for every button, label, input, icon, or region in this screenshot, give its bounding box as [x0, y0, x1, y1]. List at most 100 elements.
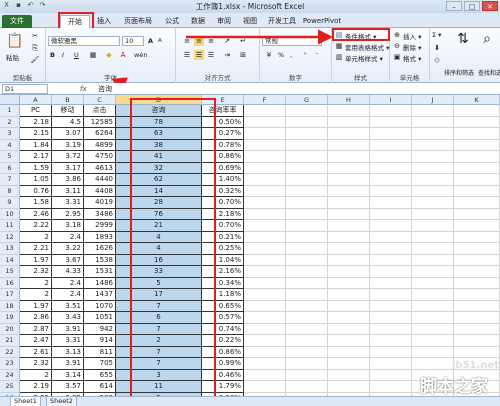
cell-b6[interactable]: 3.17: [52, 162, 84, 174]
cell-j9[interactable]: [412, 197, 454, 209]
cell-a11[interactable]: 2.22: [20, 220, 52, 232]
cell-a14[interactable]: 1.97: [20, 254, 52, 266]
row-header[interactable]: 15: [0, 266, 20, 278]
cell-i20[interactable]: [370, 323, 412, 335]
cell-c25[interactable]: 614: [84, 381, 116, 393]
cell-c1[interactable]: 点击: [84, 105, 116, 117]
row-header[interactable]: 7: [0, 174, 20, 186]
cell-j5[interactable]: [412, 151, 454, 163]
cell-g4[interactable]: [286, 139, 328, 151]
row-header[interactable]: 19: [0, 312, 20, 324]
cell-k3[interactable]: [454, 128, 500, 140]
column-header-h[interactable]: H: [328, 95, 370, 105]
cell-b22[interactable]: 3.13: [52, 346, 84, 358]
cell-k4[interactable]: [454, 139, 500, 151]
cell-i11[interactable]: [370, 220, 412, 232]
cell-g8[interactable]: [286, 185, 328, 197]
cell-g25[interactable]: [286, 381, 328, 393]
column-header-j[interactable]: J: [412, 95, 454, 105]
cell-h22[interactable]: [328, 346, 370, 358]
cell-f25[interactable]: [244, 381, 286, 393]
cell-h21[interactable]: [328, 335, 370, 347]
cell-f12[interactable]: [244, 231, 286, 243]
cell-f10[interactable]: [244, 208, 286, 220]
cell-h2[interactable]: [328, 116, 370, 128]
cell-b24[interactable]: 3.14: [52, 369, 84, 381]
cell-h12[interactable]: [328, 231, 370, 243]
cell-g2[interactable]: [286, 116, 328, 128]
cell-k11[interactable]: [454, 220, 500, 232]
cell-h15[interactable]: [328, 266, 370, 278]
column-header-c[interactable]: C: [84, 95, 116, 105]
cell-k10[interactable]: [454, 208, 500, 220]
cell-b1[interactable]: 移动: [52, 105, 84, 117]
cell-a24[interactable]: 2: [20, 369, 52, 381]
cell-j7[interactable]: [412, 174, 454, 186]
cell-a4[interactable]: 1.84: [20, 139, 52, 151]
cell-f2[interactable]: [244, 116, 286, 128]
row-header[interactable]: 5: [0, 151, 20, 163]
cell-a3[interactable]: 2.15: [20, 128, 52, 140]
cell-h16[interactable]: [328, 277, 370, 289]
cell-j4[interactable]: [412, 139, 454, 151]
cell-i6[interactable]: [370, 162, 412, 174]
cell-f24[interactable]: [244, 369, 286, 381]
cell-i17[interactable]: [370, 289, 412, 301]
cell-f14[interactable]: [244, 254, 286, 266]
cell-h20[interactable]: [328, 323, 370, 335]
insert-function-icon[interactable]: fx: [80, 83, 87, 95]
cell-g7[interactable]: [286, 174, 328, 186]
select-all-corner[interactable]: [0, 95, 20, 105]
cell-k16[interactable]: [454, 277, 500, 289]
row-header[interactable]: 14: [0, 254, 20, 266]
name-box[interactable]: D1: [2, 84, 48, 94]
cell-a17[interactable]: 2: [20, 289, 52, 301]
cell-c6[interactable]: 4613: [84, 162, 116, 174]
cell-i9[interactable]: [370, 197, 412, 209]
cell-i3[interactable]: [370, 128, 412, 140]
cell-j8[interactable]: [412, 185, 454, 197]
cell-g1[interactable]: [286, 105, 328, 117]
cell-h23[interactable]: [328, 358, 370, 370]
cell-j21[interactable]: [412, 335, 454, 347]
cell-i23[interactable]: [370, 358, 412, 370]
row-header[interactable]: 10: [0, 208, 20, 220]
cell-c9[interactable]: 4019: [84, 197, 116, 209]
cell-a20[interactable]: 2.87: [20, 323, 52, 335]
cell-g24[interactable]: [286, 369, 328, 381]
cell-f20[interactable]: [244, 323, 286, 335]
cell-g16[interactable]: [286, 277, 328, 289]
cell-j13[interactable]: [412, 243, 454, 255]
cell-f8[interactable]: [244, 185, 286, 197]
cell-j15[interactable]: [412, 266, 454, 278]
cell-j22[interactable]: [412, 346, 454, 358]
cell-c22[interactable]: 811: [84, 346, 116, 358]
cell-c17[interactable]: 1437: [84, 289, 116, 301]
cell-j19[interactable]: [412, 312, 454, 324]
cell-b11[interactable]: 3.18: [52, 220, 84, 232]
cell-h24[interactable]: [328, 369, 370, 381]
cell-a8[interactable]: 0.76: [20, 185, 52, 197]
cell-k8[interactable]: [454, 185, 500, 197]
cell-c16[interactable]: 1486: [84, 277, 116, 289]
column-header-g[interactable]: G: [286, 95, 328, 105]
cell-a21[interactable]: 2.47: [20, 335, 52, 347]
cell-a7[interactable]: 1.05: [20, 174, 52, 186]
cell-j20[interactable]: [412, 323, 454, 335]
cell-c8[interactable]: 4408: [84, 185, 116, 197]
cell-b18[interactable]: 3.51: [52, 300, 84, 312]
cell-f22[interactable]: [244, 346, 286, 358]
cell-b12[interactable]: 2.4: [52, 231, 84, 243]
cell-k20[interactable]: [454, 323, 500, 335]
cell-f17[interactable]: [244, 289, 286, 301]
cell-k2[interactable]: [454, 116, 500, 128]
cell-f7[interactable]: [244, 174, 286, 186]
cell-h19[interactable]: [328, 312, 370, 324]
row-header[interactable]: 8: [0, 185, 20, 197]
cell-f15[interactable]: [244, 266, 286, 278]
column-header-b[interactable]: B: [52, 95, 84, 105]
cell-k12[interactable]: [454, 231, 500, 243]
row-header[interactable]: 4: [0, 139, 20, 151]
cell-b10[interactable]: 2.95: [52, 208, 84, 220]
row-header[interactable]: 6: [0, 162, 20, 174]
